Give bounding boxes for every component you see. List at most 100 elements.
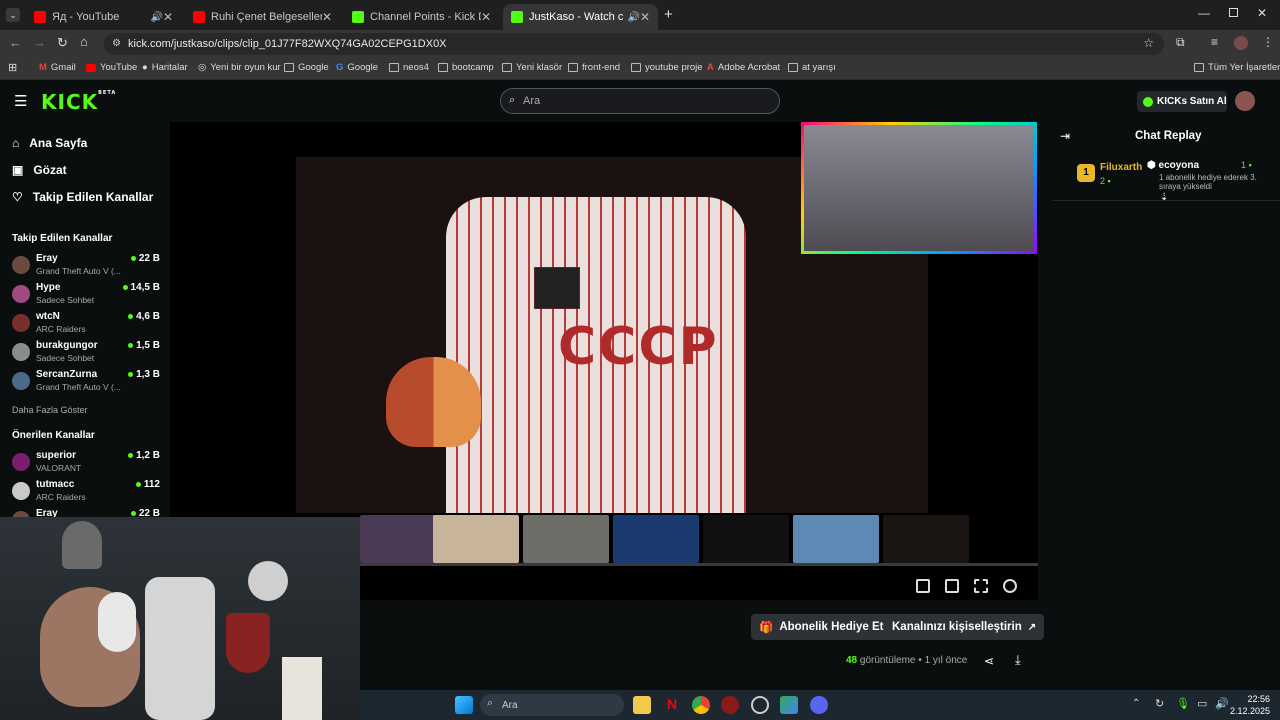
bookmark-google[interactable]: G Google [336, 62, 378, 73]
channel-item[interactable]: SercanZurna Grand Theft Auto V (... 1,3 … [12, 369, 160, 395]
show-more-link[interactable]: Daha Fazla Göster [12, 405, 88, 415]
tab-search-button[interactable]: ⌄ [6, 8, 20, 22]
user-avatar[interactable] [1235, 91, 1255, 111]
kick-logo[interactable]: KICKBETA [41, 90, 116, 114]
app-red-icon[interactable] [721, 696, 739, 714]
bookmark-youtube[interactable]: YouTube [86, 62, 137, 73]
nav-browse[interactable]: ▣ Gözat [12, 163, 67, 177]
site-info-icon[interactable]: ⚙ [112, 38, 121, 49]
apps-icon[interactable]: ⊞ [8, 61, 17, 74]
channel-item[interactable]: tutmacc ARC Raiders 112 [12, 479, 160, 505]
chrome-icon[interactable] [692, 696, 710, 714]
close-icon[interactable]: ✕ [322, 10, 332, 24]
minimize-button[interactable]: — [1198, 6, 1210, 20]
miniplayer-icon[interactable] [916, 579, 930, 593]
progress-bar[interactable] [360, 563, 1038, 566]
extensions-icon[interactable]: ⧉ [1176, 35, 1185, 50]
bookmark-yeni-klasor[interactable]: Yeni klasör [502, 62, 562, 73]
taskbar-search-input[interactable]: ⌕ Ara [480, 694, 624, 716]
bookmark-gmail[interactable]: M Gmail [39, 62, 76, 73]
chat-points: 2 ▪ [1100, 176, 1111, 186]
close-window-button[interactable]: ✕ [1257, 6, 1267, 20]
avatar [12, 372, 30, 390]
theater-mode-icon[interactable] [945, 579, 959, 593]
tab-justkaso-clips[interactable]: JustKaso - Watch clips on Kick 🔊 ✕ [503, 4, 658, 30]
cam-feed [804, 125, 1034, 251]
channel-item[interactable]: Hype Sadece Sohbet 14,5 B [12, 282, 160, 308]
channel-item[interactable]: wtcN ARC Raiders 4,6 B [12, 311, 160, 337]
clip-thumbnail[interactable] [883, 515, 969, 563]
settings-icon[interactable] [1003, 579, 1017, 593]
tray-chevron-icon[interactable]: ⌃ [1132, 698, 1140, 709]
address-bar[interactable]: ⚙ kick.com/justkaso/clips/clip_01J77F82W… [104, 33, 1164, 55]
menu-icon[interactable]: ⋮ [1262, 35, 1274, 49]
clip-thumbnail[interactable] [433, 515, 519, 563]
app-clock-icon[interactable] [751, 696, 769, 714]
home-icon[interactable]: ⌂ [80, 34, 88, 49]
hamburger-menu-icon[interactable]: ☰ [14, 92, 27, 110]
buy-kicks-button[interactable]: KICKs Satın Al [1137, 91, 1227, 112]
channel-item[interactable]: Eray Grand Theft Auto V (... 22 B [12, 253, 160, 279]
microphone-icon[interactable]: 🎙 [1176, 697, 1190, 710]
channel-item[interactable]: superior VALORANT 1,2 B [12, 450, 160, 476]
tab-youtube-ruhi[interactable]: Ruhi Çenet Belgeselleri - YouTube ✕ [185, 4, 340, 30]
discord-icon[interactable] [810, 696, 828, 714]
clip-thumbnail[interactable] [523, 515, 609, 563]
statue-decor-image [282, 657, 322, 720]
reload-icon[interactable]: ↻ [57, 35, 68, 51]
customize-channel-button[interactable]: Kanalınızı kişiselleştirin ↗ [884, 614, 1045, 640]
browser-toolbar: ← → ↻ ⌂ ⚙ kick.com/justkaso/clips/clip_0… [0, 30, 1280, 58]
system-clock[interactable]: 22:56 2.12.2025 [1230, 693, 1270, 717]
bookmark-front-end[interactable]: front-end [568, 62, 620, 73]
share-icon[interactable]: ⋖ [984, 654, 994, 668]
file-explorer-icon[interactable] [633, 696, 651, 714]
new-tab-button[interactable]: + [664, 6, 673, 23]
search-input[interactable]: ⌕ Ara [500, 88, 780, 114]
maximize-button[interactable] [1229, 8, 1238, 17]
tab-youtube-yad[interactable]: Яд - YouTube 🔊 ✕ [26, 4, 181, 30]
speaker-icon[interactable]: 🔊 [150, 12, 162, 23]
shirt-text: CCCP [558, 317, 719, 377]
back-icon[interactable]: ← [9, 35, 22, 50]
bookmark-adobe-acrobat[interactable]: A Adobe Acrobat [707, 62, 780, 73]
clip-thumbnail[interactable] [703, 515, 789, 563]
bookmark-bootcamp[interactable]: bootcamp [438, 62, 494, 73]
gift-subscription-button[interactable]: 🎁 Abonelik Hediye Et [751, 614, 892, 640]
netflix-icon[interactable]: N [663, 696, 681, 714]
bookmark-google-folder[interactable]: Google [284, 62, 329, 73]
bookmark-haritalar[interactable]: ● Haritalar [142, 62, 188, 73]
close-icon[interactable]: ✕ [163, 10, 173, 24]
chat-username[interactable]: Filuxarth [1100, 162, 1142, 173]
sync-icon[interactable]: ↻ [1155, 697, 1164, 710]
close-icon[interactable]: ✕ [481, 10, 491, 24]
forward-icon[interactable]: → [33, 35, 46, 50]
collapse-chat-icon[interactable]: ⇥ [1060, 129, 1070, 143]
play-store-icon[interactable] [780, 696, 798, 714]
clip-thumbnail[interactable] [613, 515, 699, 563]
target-username[interactable]: ⬢ ecoyona [1147, 160, 1199, 171]
fullscreen-icon[interactable] [974, 579, 988, 593]
bookmark-at-yarisi[interactable]: at yarışı [788, 62, 836, 73]
chat-message: 1 Filuxarth 2 ▪ ⬢ ecoyona 1 ▪ 1 abonelik… [1077, 158, 1277, 198]
bookmark-all[interactable]: Tüm Yer İşaretleri [1194, 62, 1280, 73]
bookmark-neos4[interactable]: neos4 [389, 62, 429, 73]
bookmark-oyun[interactable]: ◎ Yeni bir oyun kur [198, 62, 281, 73]
channel-item[interactable]: burakgungor Sadece Sohbet 1,5 B [12, 340, 160, 366]
clip-thumbnail[interactable] [793, 515, 879, 563]
bookmark-youtube-proje[interactable]: youtube proje [631, 62, 703, 73]
scroll-down-icon[interactable]: ⇣ [1160, 192, 1168, 203]
gaming-chair-image [145, 577, 215, 720]
bookmark-star-icon[interactable]: ☆ [1143, 36, 1154, 50]
download-icon[interactable]: ⤓ [1015, 652, 1021, 668]
profile-avatar[interactable] [1234, 36, 1248, 50]
volume-icon[interactable]: 🔊 [1215, 697, 1229, 710]
tab-kick-dashboard[interactable]: Channel Points - Kick Dashboard ✕ [344, 4, 499, 30]
close-icon[interactable]: ✕ [640, 10, 650, 24]
nav-following[interactable]: ♡ Takip Edilen Kanallar [12, 190, 153, 204]
display-icon[interactable]: ▭ [1197, 697, 1207, 710]
windows-start-icon[interactable] [455, 696, 473, 714]
speaker-icon[interactable]: 🔊 [627, 12, 639, 23]
nav-home[interactable]: ⌂ Ana Sayfa [12, 136, 87, 150]
reading-list-icon[interactable]: ≡ [1211, 35, 1218, 49]
views-label: görüntüleme [859, 655, 916, 666]
